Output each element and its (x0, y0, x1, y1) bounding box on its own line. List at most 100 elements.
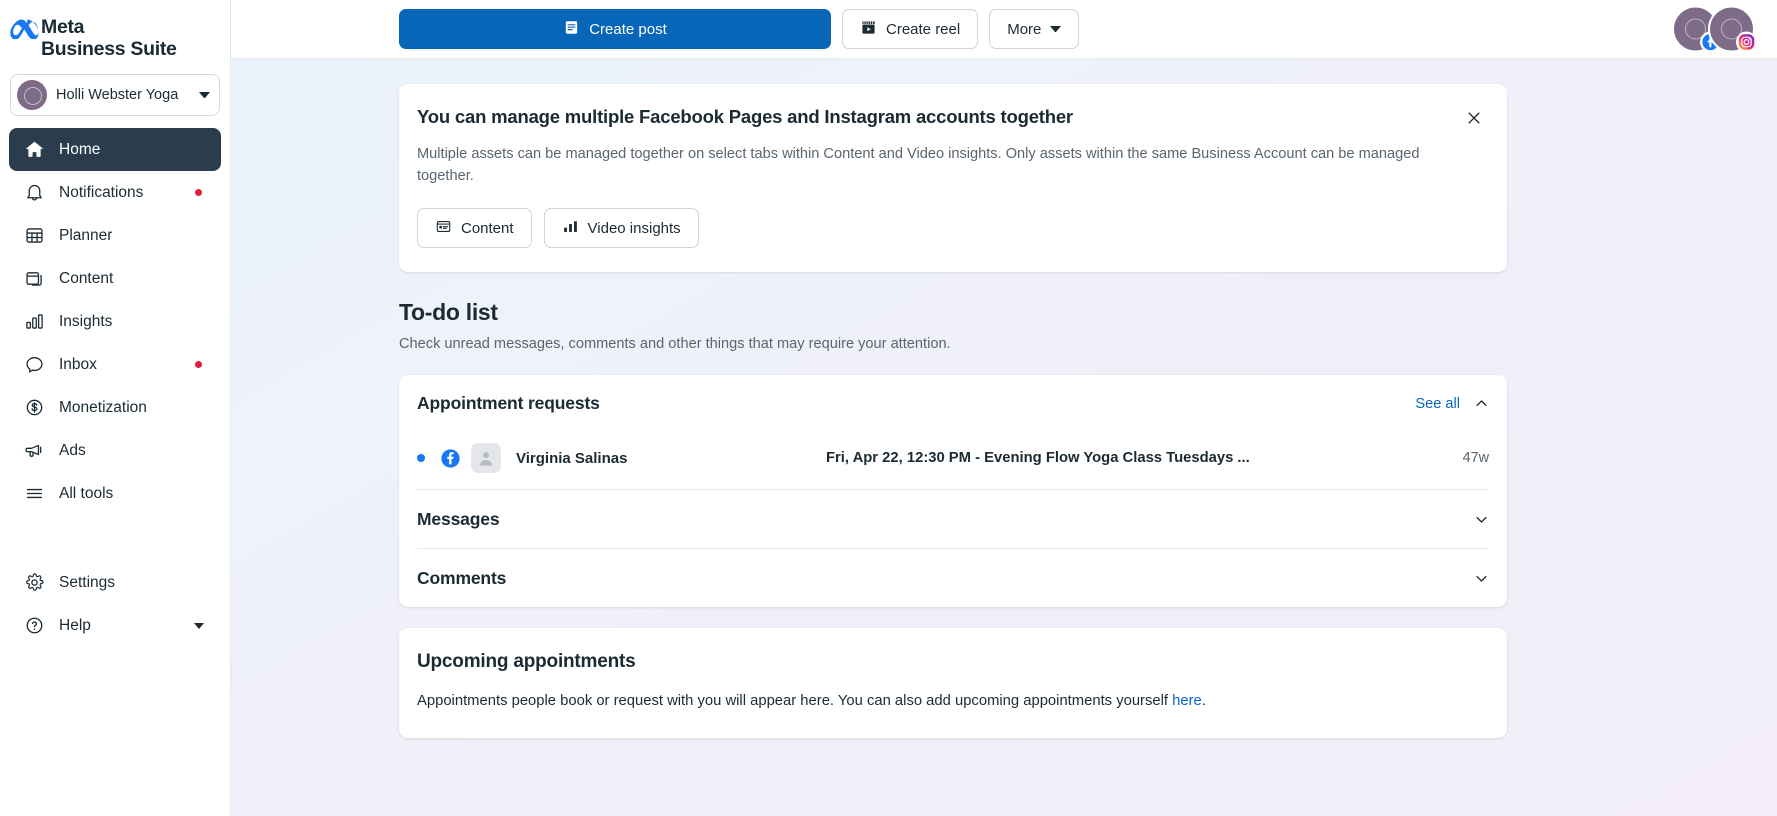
section-title: Messages (417, 508, 500, 529)
brand-line-1: Meta (41, 16, 85, 38)
content-scroll: You can manage multiple Facebook Pages a… (231, 59, 1777, 816)
sidebar-label: Monetization (59, 398, 147, 416)
todo-list-card: Appointment requests See all Virginia Sa… (399, 375, 1507, 607)
create-reel-button[interactable]: Create reel (842, 9, 979, 49)
calendar-grid-icon (23, 224, 46, 247)
banner-close-button[interactable] (1457, 103, 1491, 137)
content-column: You can manage multiple Facebook Pages a… (399, 84, 1507, 738)
content-card-icon (435, 218, 452, 239)
sidebar-item-help[interactable]: Help (9, 604, 221, 647)
account-avatar (17, 80, 47, 110)
sidebar-label: Help (59, 616, 91, 634)
todo-list-title: To-do list (399, 299, 498, 325)
toolbar-actions: Create post Create reel More (399, 9, 1080, 49)
banner-content-button[interactable]: Content (417, 208, 532, 248)
section-header-actions (1474, 512, 1489, 527)
section-messages-header[interactable]: Messages (399, 490, 1507, 548)
sidebar-item-planner[interactable]: Planner (9, 214, 221, 257)
main-area: Create post Create reel More You can man… (231, 0, 1777, 816)
more-button[interactable]: More (989, 9, 1080, 49)
meta-infinity-icon (10, 19, 40, 45)
sidebar-label: All tools (59, 484, 114, 502)
sidebar-label: Insights (59, 312, 113, 330)
section-header-actions: See all (1415, 396, 1489, 412)
upcoming-title: Upcoming appointments (417, 651, 636, 672)
inbox-badge (195, 361, 202, 368)
gear-icon (23, 571, 46, 594)
brand-line-2: Business Suite (41, 38, 177, 60)
person-placeholder-icon (471, 443, 501, 473)
question-circle-icon (23, 614, 46, 637)
upcoming-appointments-card: Upcoming appointments Appointments peopl… (399, 628, 1507, 738)
section-title: Comments (417, 567, 507, 588)
sidebar-item-all-tools[interactable]: All tools (9, 472, 221, 515)
upcoming-body: Appointments people book or request with… (417, 690, 1485, 712)
upcoming-body-before: Appointments people book or request with… (417, 693, 1173, 709)
sidebar-label: Ads (59, 441, 86, 459)
sidebar-item-content[interactable]: Content (9, 257, 221, 300)
todo-list-subtitle: Check unread messages, comments and othe… (399, 336, 951, 352)
chevron-down-icon[interactable] (1474, 571, 1489, 586)
chevron-down-icon[interactable] (1474, 512, 1489, 527)
multi-account-banner: You can manage multiple Facebook Pages a… (399, 84, 1507, 272)
sidebar-item-notifications[interactable]: Notifications (9, 171, 221, 214)
add-appointment-link[interactable]: here (1172, 693, 1202, 709)
sidebar-label: Settings (59, 573, 116, 591)
section-title: Appointment requests (417, 393, 600, 413)
appointment-detail: Fri, Apr 22, 12:30 PM - Evening Flow Yog… (826, 450, 1250, 466)
sidebar-item-insights[interactable]: Insights (9, 300, 221, 343)
dollar-circle-icon (23, 396, 46, 419)
sidebar-label: Planner (59, 226, 113, 244)
sidebar-item-inbox[interactable]: Inbox (9, 343, 221, 386)
banner-video-insights-button[interactable]: Video insights (543, 208, 699, 248)
app-root: Meta Business Suite Holli Webster Yoga H… (0, 0, 1777, 816)
section-appointment-requests-header[interactable]: Appointment requests See all (399, 375, 1507, 432)
post-document-icon (563, 19, 580, 40)
create-post-button[interactable]: Create post (399, 9, 831, 49)
facebook-icon (441, 448, 460, 468)
appointment-timestamp: 47w (1462, 450, 1489, 466)
chevron-up-icon[interactable] (1474, 396, 1489, 411)
banner-action-label: Content (461, 219, 514, 237)
bar-chart-icon (23, 310, 46, 333)
chevron-down-icon (199, 92, 210, 98)
instagram-icon (1736, 31, 1757, 53)
banner-body: Multiple assets can be managed together … (417, 146, 1420, 184)
requester-name: Virginia Salinas (516, 449, 628, 467)
bar-chart-icon (562, 218, 579, 239)
create-post-label: Create post (589, 20, 667, 38)
top-toolbar: Create post Create reel More (231, 0, 1777, 59)
megaphone-icon (23, 439, 46, 462)
chevron-down-icon[interactable] (194, 622, 204, 629)
see-all-link[interactable]: See all (1415, 396, 1460, 412)
sidebar-item-monetization[interactable]: Monetization (9, 386, 221, 429)
sidebar: Meta Business Suite Holli Webster Yoga H… (0, 0, 231, 816)
close-icon (1465, 109, 1483, 132)
sidebar-label: Notifications (59, 183, 144, 201)
unread-indicator (417, 454, 425, 462)
sidebar-item-home[interactable]: Home (9, 128, 221, 171)
brand-name: Meta Business Suite (41, 16, 177, 60)
section-header-actions (1474, 571, 1489, 586)
connected-accounts (1672, 5, 1757, 53)
banner-title: You can manage multiple Facebook Pages a… (417, 106, 1073, 127)
bell-icon (23, 181, 46, 204)
sidebar-item-ads[interactable]: Ads (9, 429, 221, 472)
notification-badge (195, 189, 202, 196)
film-clapper-icon (860, 19, 877, 40)
account-switcher[interactable]: Holli Webster Yoga (10, 74, 220, 116)
brand-logo[interactable]: Meta Business Suite (0, 0, 230, 64)
sidebar-item-settings[interactable]: Settings (9, 561, 221, 604)
banner-action-label: Video insights (587, 219, 681, 237)
create-reel-label: Create reel (886, 20, 961, 38)
more-label: More (1007, 20, 1042, 38)
section-comments-header[interactable]: Comments (399, 549, 1507, 607)
upcoming-body-after: . (1201, 693, 1206, 709)
chevron-down-icon (1050, 26, 1062, 32)
sidebar-label: Content (59, 269, 114, 287)
cards-stack-icon (23, 267, 46, 290)
account-name: Holli Webster Yoga (56, 87, 179, 103)
appointment-request-row[interactable]: Virginia Salinas Fri, Apr 22, 12:30 PM -… (399, 432, 1507, 489)
avatar-instagram-account[interactable] (1708, 5, 1757, 53)
